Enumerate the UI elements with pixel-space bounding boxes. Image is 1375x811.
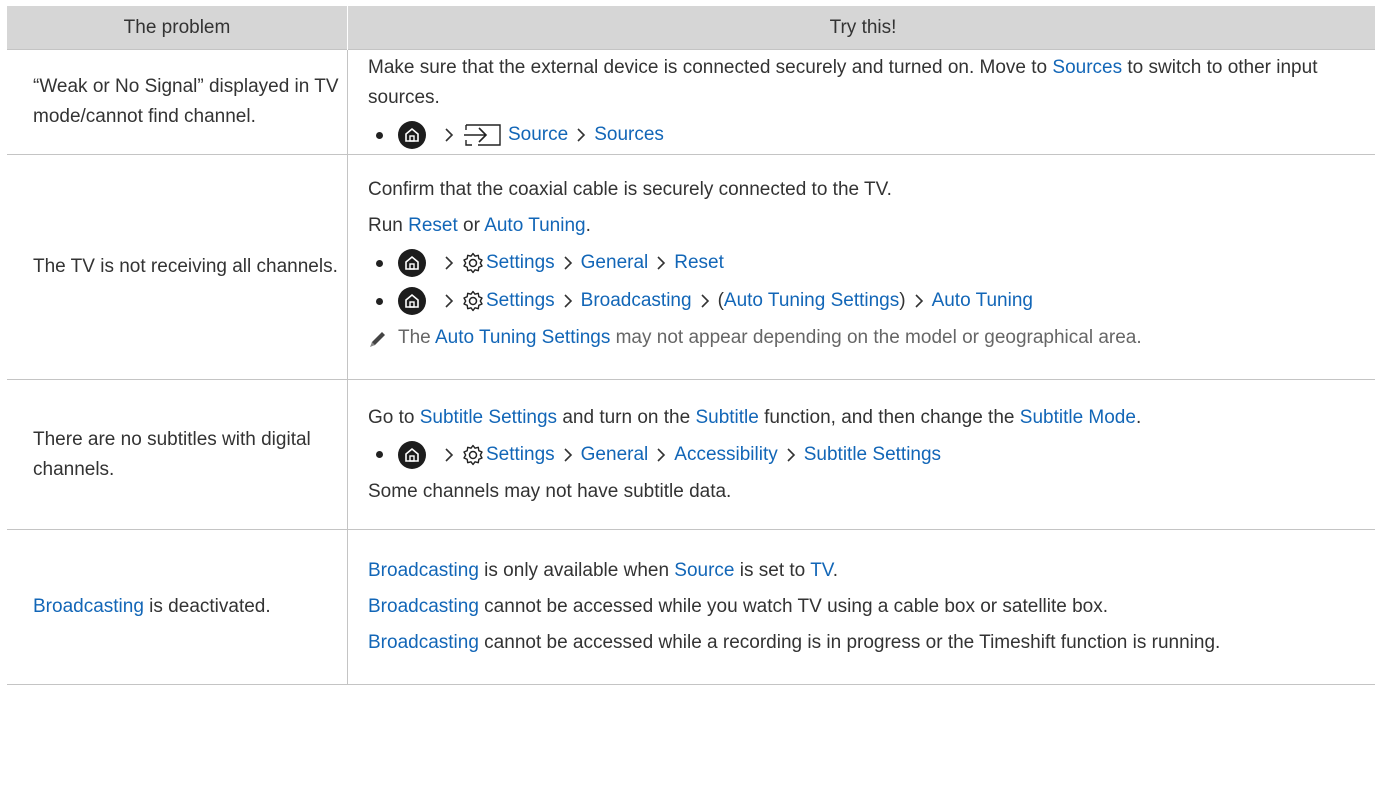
menu-path: Settings General Accessibility Subtitle …	[368, 436, 1354, 474]
menu-link-subtitle-mode: Subtitle Mode	[1019, 406, 1136, 428]
solution-paragraph: Broadcasting is only available when Sour…	[368, 553, 1354, 589]
text: .	[1135, 406, 1142, 428]
problem-cell: The TV is not receiving all channels.	[7, 154, 348, 380]
solution-paragraph: Broadcasting cannot be accessed while a …	[368, 625, 1354, 661]
text: function, and then change the	[758, 406, 1020, 428]
chevron-right-icon	[786, 447, 796, 463]
chevron-right-icon	[576, 127, 586, 143]
menu-path: Source Sources	[368, 116, 1354, 154]
chevron-right-icon	[656, 447, 666, 463]
chevron-right-icon	[563, 293, 573, 309]
menu-item-source: Source	[508, 124, 569, 145]
table-row: “Weak or No Signal” displayed in TV mode…	[7, 49, 1375, 155]
menu-item-broadcasting: Broadcasting	[580, 290, 692, 311]
chevron-right-icon	[444, 447, 454, 463]
menu-item-general: General	[580, 252, 649, 273]
menu-link-sources: Sources	[1052, 57, 1123, 78]
menu-link-auto-tuning: Auto Tuning	[484, 215, 586, 236]
home-icon	[398, 440, 426, 469]
table-row: There are no subtitles with digital chan…	[7, 379, 1375, 530]
menu-item-sources: Sources	[594, 124, 664, 145]
solution-cell: Go to Subtitle Settings and turn on the …	[347, 379, 1375, 530]
menu-link-broadcasting: Broadcasting	[368, 632, 479, 653]
text: may not appear depending on the model or…	[610, 327, 1142, 348]
menu-link-auto-tuning-settings: Auto Tuning Settings	[434, 327, 611, 348]
text: or	[457, 215, 485, 236]
menu-item-general: General	[580, 443, 649, 465]
chevron-right-icon	[563, 255, 573, 271]
menu-item-settings: Settings	[486, 443, 555, 465]
text: is only available when	[478, 560, 675, 581]
gear-icon	[462, 252, 484, 274]
solution-paragraph: Go to Subtitle Settings and turn on the …	[368, 400, 1354, 436]
text: The	[398, 327, 435, 348]
table-row: Broadcasting is deactivated. Broadcastin…	[7, 529, 1375, 685]
menu-item-accessibility: Accessibility	[674, 443, 778, 465]
text: and turn on the	[557, 406, 696, 428]
text: Go to	[368, 406, 420, 428]
menu-item-subtitle-settings: Subtitle Settings	[803, 443, 942, 465]
home-icon	[398, 249, 426, 277]
solution-paragraph: Run Reset or Auto Tuning.	[368, 208, 1354, 244]
chevron-right-icon	[444, 255, 454, 271]
solution-cell: Broadcasting is only available when Sour…	[347, 529, 1375, 685]
header-problem: The problem	[7, 6, 348, 50]
source-input-icon	[462, 124, 502, 146]
solution-paragraph: Make sure that the external device is co…	[368, 50, 1354, 116]
problem-cell: Broadcasting is deactivated.	[7, 529, 348, 685]
menu-item-auto-tuning-settings: Auto Tuning Settings	[723, 290, 900, 311]
menu-link-subtitle-settings: Subtitle Settings	[419, 406, 558, 428]
chevron-right-icon	[444, 127, 454, 143]
home-icon	[398, 287, 426, 315]
chevron-right-icon	[563, 447, 573, 463]
menu-link-reset: Reset	[408, 215, 458, 236]
text: Run	[368, 215, 409, 236]
text: .	[585, 215, 591, 236]
bullet	[376, 259, 383, 267]
text: cannot be accessed while you watch TV us…	[478, 596, 1109, 617]
solution-cell: Confirm that the coaxial cable is secure…	[347, 154, 1375, 380]
bullet	[376, 297, 383, 305]
gear-icon	[462, 290, 484, 312]
text: .	[832, 560, 839, 581]
text: )	[899, 290, 906, 311]
solution-paragraph: Confirm that the coaxial cable is secure…	[368, 179, 892, 200]
menu-link-broadcasting: Broadcasting	[368, 560, 479, 581]
chevron-right-icon	[700, 293, 710, 309]
chevron-right-icon	[444, 293, 454, 309]
table-row: The TV is not receiving all channels. Co…	[7, 154, 1375, 380]
solution-paragraph: Broadcasting cannot be accessed while yo…	[368, 589, 1354, 625]
chevron-right-icon	[914, 293, 924, 309]
menu-path: Settings General Reset	[368, 244, 1354, 282]
menu-link-source: Source	[674, 560, 735, 581]
bullet	[376, 451, 383, 458]
problem-cell: There are no subtitles with digital chan…	[7, 379, 348, 530]
pencil-note-icon	[368, 329, 388, 359]
menu-item-settings: Settings	[486, 252, 555, 273]
troubleshooting-table: The problem Try this! “Weak or No Signal…	[7, 6, 1375, 685]
menu-link-broadcasting: Broadcasting	[368, 596, 479, 617]
bullet	[376, 131, 383, 139]
menu-item-auto-tuning: Auto Tuning	[931, 290, 1033, 311]
text: is deactivated.	[143, 596, 271, 617]
menu-item-settings: Settings	[486, 290, 555, 311]
note: The Auto Tuning Settings may not appear …	[368, 320, 1354, 362]
chevron-right-icon	[656, 255, 666, 271]
home-icon	[398, 121, 426, 149]
table-header-row: The problem Try this!	[7, 6, 1375, 50]
solution-paragraph: Some channels may not have subtitle data…	[368, 480, 732, 502]
menu-link-broadcasting: Broadcasting	[33, 596, 144, 617]
gear-icon	[462, 444, 484, 466]
header-try-this: Try this!	[347, 6, 1375, 50]
note-text: The Auto Tuning Settings may not appear …	[398, 323, 1142, 353]
text: is set to	[734, 560, 811, 581]
solution-cell: Make sure that the external device is co…	[347, 49, 1375, 155]
text: cannot be accessed while a recording is …	[478, 632, 1221, 653]
menu-path: Settings Broadcasting (Auto Tuning Setti…	[368, 282, 1354, 320]
text: Make sure that the external device is co…	[368, 57, 1053, 78]
menu-item-reset: Reset	[674, 252, 724, 273]
problem-cell: “Weak or No Signal” displayed in TV mode…	[7, 49, 348, 155]
menu-link-tv: TV	[810, 560, 833, 581]
menu-link-subtitle: Subtitle	[695, 406, 759, 428]
